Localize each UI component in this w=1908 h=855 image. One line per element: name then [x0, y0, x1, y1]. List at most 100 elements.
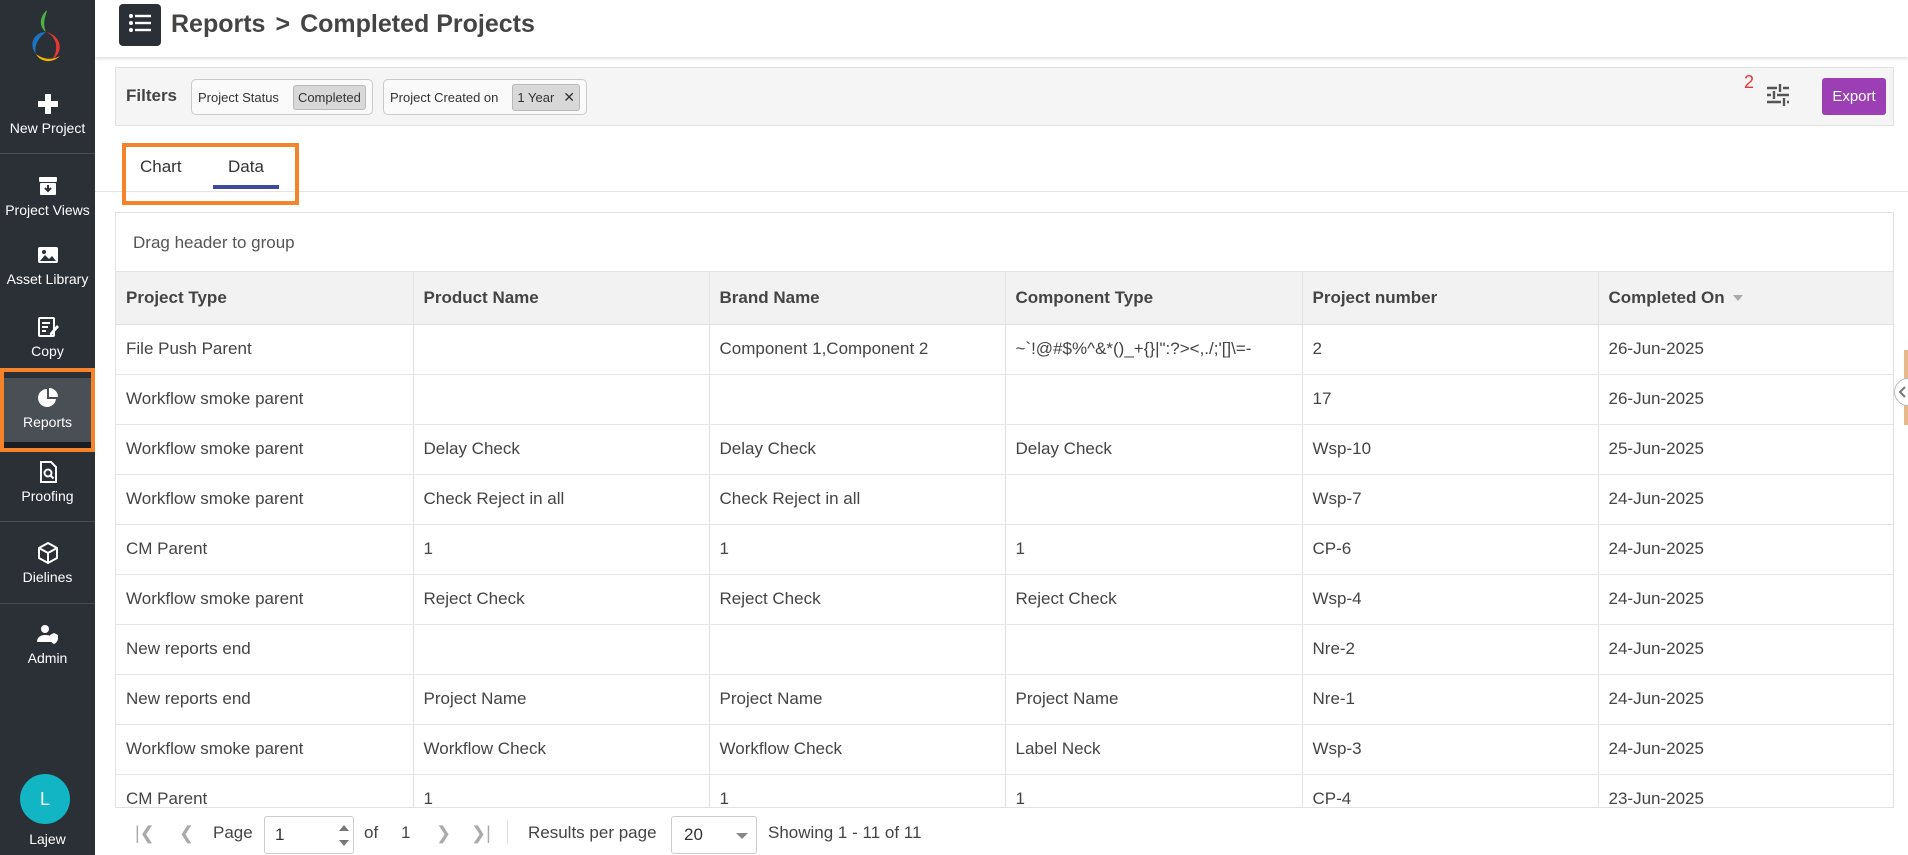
cell-completed-on: 26-Jun-2025 [1598, 374, 1893, 425]
cell-brand-name: Reject Check [709, 574, 1006, 625]
last-page-icon[interactable]: ❯| [471, 823, 491, 844]
remove-filter-icon[interactable]: ✕ [563, 89, 575, 106]
cell-project-number: Wsp-10 [1302, 424, 1599, 475]
cell-project-number: 17 [1302, 374, 1599, 425]
cell-product-name: Check Reject in all [413, 474, 710, 525]
menu-toggle-button[interactable] [119, 4, 161, 46]
table-row[interactable]: Workflow smoke parent Reject Check Reject … [116, 574, 1893, 625]
table-row[interactable]: File Push Parent Component 1,Component 2 ~… [116, 324, 1893, 375]
column-header-brand-name[interactable]: Brand Name [709, 272, 1006, 325]
avatar[interactable]: L [20, 774, 70, 824]
sidebar-item-dielines[interactable]: Dielines [0, 541, 95, 585]
column-header-product-name[interactable]: Product Name [413, 272, 710, 325]
export-button[interactable]: Export [1822, 78, 1886, 115]
sidebar-item-copy[interactable]: Copy [0, 315, 95, 359]
sidebar-item-label: Copy [31, 343, 64, 359]
table-row[interactable]: Workflow smoke parent 17 26-Jun-2025 [116, 374, 1893, 425]
filter-chip-name: Project Status [198, 89, 279, 105]
results-per-page-select[interactable]: 20 [671, 816, 757, 854]
app-logo[interactable] [20, 6, 74, 66]
page-label: Page [213, 823, 253, 842]
cell-component-type: Project Name [1005, 674, 1303, 725]
cell-product-name: Reject Check [413, 574, 710, 625]
column-header-completed-on[interactable]: Completed On [1598, 272, 1893, 325]
increment-icon[interactable] [339, 825, 349, 831]
table-row[interactable]: Workflow smoke parent Delay Check Delay Ch… [116, 424, 1893, 475]
cell-project-number: Wsp-7 [1302, 474, 1599, 525]
table-row[interactable]: CM Parent 1 1 1 CP-6 24-Jun-2025 [116, 524, 1893, 575]
cell-brand-name: Project Name [709, 674, 1006, 725]
filter-chip-value: 1 Year ✕ [512, 83, 581, 111]
cell-completed-on: 24-Jun-2025 [1598, 624, 1893, 675]
cell-completed-on: 26-Jun-2025 [1598, 324, 1893, 375]
cell-brand-name [709, 624, 1006, 675]
sidebar-item-reports[interactable]: Reports [0, 378, 95, 448]
sidebar-item-admin[interactable]: Admin [0, 622, 95, 666]
view-tabs: Chart Data [122, 143, 299, 205]
cell-component-type: 1 [1005, 524, 1303, 575]
breadcrumb-root[interactable]: Reports [171, 10, 265, 38]
sidebar-item-label: Proofing [21, 488, 74, 504]
edit-note-icon [36, 315, 60, 339]
box-icon [36, 541, 60, 565]
cell-component-type: Delay Check [1005, 424, 1303, 475]
sidebar-item-label: Reports [22, 414, 73, 430]
plus-icon [36, 92, 60, 116]
sidebar-divider [0, 153, 95, 154]
first-page-icon[interactable]: |❮ [135, 823, 155, 844]
cell-project-number: Wsp-3 [1302, 724, 1599, 775]
sort-descending-icon[interactable] [1732, 295, 1743, 302]
table-row[interactable]: New reports end Nre-2 24-Jun-2025 [116, 624, 1893, 675]
cell-component-type [1005, 624, 1303, 675]
cell-product-name: Project Name [413, 674, 710, 725]
table-row[interactable]: New reports end Project Name Project Name P… [116, 674, 1893, 725]
cell-brand-name: Delay Check [709, 424, 1006, 475]
cell-project-number: CP-6 [1302, 524, 1599, 575]
collapse-panel-icon[interactable] [1894, 378, 1908, 406]
column-header-component-type[interactable]: Component Type [1005, 272, 1303, 325]
list-menu-icon [129, 13, 151, 37]
cell-completed-on: 24-Jun-2025 [1598, 574, 1893, 625]
group-drop-area[interactable]: Drag header to group [116, 213, 1893, 272]
filter-chip-project-status[interactable]: Project Status Completed [191, 79, 373, 115]
sidebar-item-project-views[interactable]: Project Views [0, 174, 95, 218]
tab-data[interactable]: Data [228, 157, 264, 177]
next-page-icon[interactable]: ❯ [436, 823, 451, 844]
sidebar-item-asset-library[interactable]: Asset Library [0, 243, 95, 287]
cell-project-type: Workflow smoke parent [116, 574, 414, 625]
column-header-project-number[interactable]: Project number [1302, 272, 1599, 325]
table-row[interactable]: Workflow smoke parent Check Reject in all… [116, 474, 1893, 525]
filter-chip-project-created-on[interactable]: Project Created on 1 Year ✕ [383, 79, 588, 115]
page-number-value: 1 [275, 825, 285, 844]
column-header-project-type[interactable]: Project Type [116, 272, 414, 325]
user-shield-icon [36, 622, 60, 646]
cell-brand-name [709, 374, 1006, 425]
filters-bar: Filters Project Status Completed Project… [115, 67, 1894, 126]
table-row[interactable]: Workflow smoke parent Workflow Check Workf… [116, 724, 1893, 775]
cell-product-name: Workflow Check [413, 724, 710, 775]
table-header-row: Project Type Product Name Brand Name Com… [116, 272, 1893, 325]
sidebar-item-proofing[interactable]: Proofing [0, 460, 95, 504]
prev-page-icon[interactable]: ❮ [179, 823, 194, 844]
tab-chart[interactable]: Chart [140, 157, 182, 177]
filter-settings-icon[interactable] [1763, 80, 1793, 110]
cell-product-name [413, 374, 710, 425]
filter-chip-value: Completed [292, 84, 366, 110]
decrement-icon[interactable] [339, 840, 349, 846]
cell-completed-on: 24-Jun-2025 [1598, 724, 1893, 775]
cell-component-type: Label Neck [1005, 724, 1303, 775]
breadcrumb: Reports > Completed Projects [171, 10, 545, 39]
filter-chip-value-text: Completed [297, 89, 361, 105]
page-title: Completed Projects [300, 10, 535, 38]
cell-project-type: New reports end [116, 624, 414, 675]
cell-project-type: Workflow smoke parent [116, 724, 414, 775]
sidebar-item-new-project[interactable]: New Project [0, 92, 95, 136]
sidebar-item-label: Project Views [5, 202, 90, 218]
sidebar-item-label: Asset Library [6, 271, 89, 287]
total-pages: 1 [401, 823, 411, 842]
archive-icon [36, 174, 60, 198]
sidebar: New Project Project Views Asset Library … [0, 0, 95, 855]
breadcrumb-separator: > [275, 10, 291, 38]
page-number-input[interactable]: 1 [264, 816, 354, 854]
avatar-initial: L [39, 788, 50, 809]
